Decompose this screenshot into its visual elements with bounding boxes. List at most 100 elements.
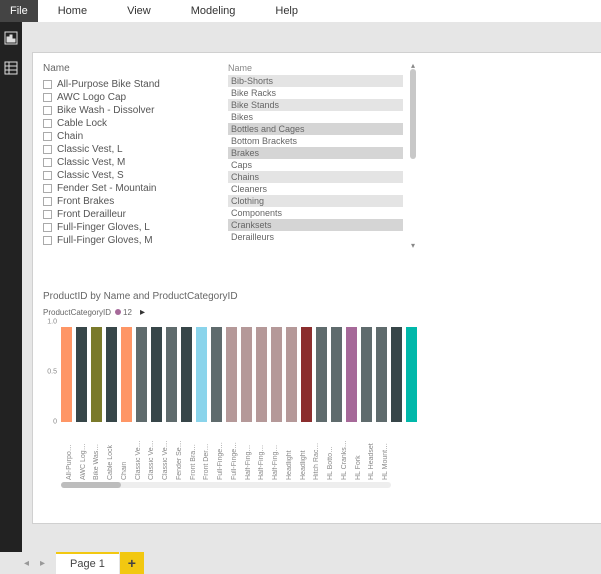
checkbox-icon[interactable] xyxy=(43,132,52,141)
scroll-thumb[interactable] xyxy=(410,69,416,159)
category-scrollbar[interactable]: ▴ ▾ xyxy=(409,69,417,239)
category-row[interactable]: Cranksets xyxy=(228,219,403,231)
chart-bar[interactable] xyxy=(256,327,267,422)
scroll-down-arrow[interactable]: ▾ xyxy=(409,241,417,249)
checkbox-icon[interactable] xyxy=(43,236,52,245)
x-tick-label: All-Purpo… xyxy=(66,424,73,480)
add-sheet-button[interactable]: + xyxy=(120,552,144,574)
menu-view[interactable]: View xyxy=(107,5,171,17)
chart-bar[interactable] xyxy=(301,327,312,422)
slicer-item[interactable]: Chain xyxy=(43,130,213,143)
menu-modeling[interactable]: Modeling xyxy=(171,5,256,17)
slicer-item[interactable]: Classic Vest, M xyxy=(43,156,213,169)
category-row[interactable]: Bottom Brackets xyxy=(228,135,403,147)
chart-bar[interactable] xyxy=(316,327,327,422)
left-nav-rail xyxy=(0,22,22,552)
x-tick-label: Bike Was… xyxy=(93,424,100,480)
chart-bar[interactable] xyxy=(271,327,282,422)
checkbox-icon[interactable] xyxy=(43,80,52,89)
checkbox-icon[interactable] xyxy=(43,184,52,193)
legend-item[interactable]: 13 xyxy=(115,317,132,319)
chart-bar[interactable] xyxy=(226,327,237,422)
x-tick: Classic Ve… xyxy=(130,422,140,480)
scroll-up-arrow[interactable]: ▴ xyxy=(409,61,417,69)
x-tick: Front Bra… xyxy=(185,422,195,480)
category-row[interactable]: Derailleurs xyxy=(228,231,403,243)
menu-file[interactable]: File xyxy=(0,0,38,22)
chart-bar[interactable] xyxy=(121,327,132,422)
chart-bar[interactable] xyxy=(346,327,357,422)
category-row[interactable]: Brakes xyxy=(228,147,403,159)
menu-home[interactable]: Home xyxy=(38,5,107,17)
chart-bar[interactable] xyxy=(151,327,162,422)
chart-bar[interactable] xyxy=(211,327,222,422)
slicer-item[interactable]: Cable Lock xyxy=(43,117,213,130)
chart-h-scroll-thumb[interactable] xyxy=(61,482,121,488)
chart-bar[interactable] xyxy=(166,327,177,422)
slicer-item[interactable]: Full-Finger Gloves, M xyxy=(43,234,213,247)
chart-h-scrollbar[interactable] xyxy=(61,482,391,488)
category-row[interactable]: Bike Stands xyxy=(228,99,403,111)
checkbox-icon[interactable] xyxy=(43,210,52,219)
chart-bar[interactable] xyxy=(181,327,192,422)
report-view-icon[interactable] xyxy=(3,30,19,46)
slicer-item[interactable]: AWC Logo Cap xyxy=(43,91,213,104)
checkbox-icon[interactable] xyxy=(43,93,52,102)
checkbox-icon[interactable] xyxy=(43,171,52,180)
y-tick-label: 1.0 xyxy=(47,319,57,326)
chart-bar[interactable] xyxy=(391,327,402,422)
chart-bar[interactable] xyxy=(331,327,342,422)
x-tick: HL Fork xyxy=(350,422,360,480)
checkbox-icon[interactable] xyxy=(43,158,52,167)
category-row[interactable]: Clothing xyxy=(228,195,403,207)
slicer-item-label: Fender Set - Mountain xyxy=(57,183,157,194)
chart-bar[interactable] xyxy=(376,327,387,422)
slicer-item[interactable]: Front Brakes xyxy=(43,195,213,208)
slicer-item[interactable]: Classic Vest, S xyxy=(43,169,213,182)
category-row[interactable]: Bottles and Cages xyxy=(228,123,403,135)
category-row[interactable]: Chains xyxy=(228,171,403,183)
chart-bar[interactable] xyxy=(136,327,147,422)
menu-help[interactable]: Help xyxy=(255,5,318,17)
chart-bars xyxy=(61,322,421,422)
y-tick-label: 0 xyxy=(53,419,57,426)
sheet-next-icon[interactable]: ▸ xyxy=(40,558,50,569)
checkbox-icon[interactable] xyxy=(43,106,52,115)
legend-item[interactable]: 12 xyxy=(115,308,132,317)
slicer-item[interactable]: Classic Vest, L xyxy=(43,143,213,156)
slicer-item[interactable]: Full-Finger Gloves, L xyxy=(43,221,213,234)
checkbox-icon[interactable] xyxy=(43,223,52,232)
menu-help-label: Help xyxy=(275,5,298,17)
category-row[interactable]: Bikes xyxy=(228,111,403,123)
chart-bar[interactable] xyxy=(286,327,297,422)
checkbox-icon[interactable] xyxy=(43,119,52,128)
category-row[interactable]: Cleaners xyxy=(228,183,403,195)
slicer-item[interactable]: Bike Wash - Dissolver xyxy=(43,104,213,117)
chart-bar[interactable] xyxy=(406,327,417,422)
sheet-tab-page1[interactable]: Page 1 xyxy=(56,552,119,574)
chart-bar[interactable] xyxy=(241,327,252,422)
chart-y-axis: 00.51.0 xyxy=(43,322,59,422)
checkbox-icon[interactable] xyxy=(43,197,52,206)
chart-bar[interactable] xyxy=(106,327,117,422)
category-list-visual: Name Bib-ShortsBike RacksBike StandsBike… xyxy=(228,63,403,253)
chart-bar[interactable] xyxy=(196,327,207,422)
checkbox-icon[interactable] xyxy=(43,145,52,154)
slicer-item[interactable]: Fender Set - Mountain xyxy=(43,182,213,195)
chart-bar[interactable] xyxy=(361,327,372,422)
sheet-prev-icon[interactable]: ◂ xyxy=(24,558,34,569)
chart-bar[interactable] xyxy=(91,327,102,422)
category-row[interactable]: Bike Racks xyxy=(228,87,403,99)
slicer-item[interactable]: All-Purpose Bike Stand xyxy=(43,78,213,91)
name-slicer-visual: Name All-Purpose Bike StandAWC Logo CapB… xyxy=(43,63,213,247)
data-view-icon[interactable] xyxy=(3,60,19,76)
category-row[interactable]: Bib-Shorts xyxy=(228,75,403,87)
category-row[interactable]: Components xyxy=(228,207,403,219)
legend-more-icon[interactable]: ▸ xyxy=(140,307,145,318)
category-row[interactable]: Caps xyxy=(228,159,403,171)
x-tick: Hitch Rac… xyxy=(309,422,319,480)
chart-bar[interactable] xyxy=(76,327,87,422)
slicer-item[interactable]: Front Derailleur xyxy=(43,208,213,221)
chart-bar[interactable] xyxy=(61,327,72,422)
chart-title: ProductID by Name and ProductCategoryID xyxy=(43,291,393,302)
